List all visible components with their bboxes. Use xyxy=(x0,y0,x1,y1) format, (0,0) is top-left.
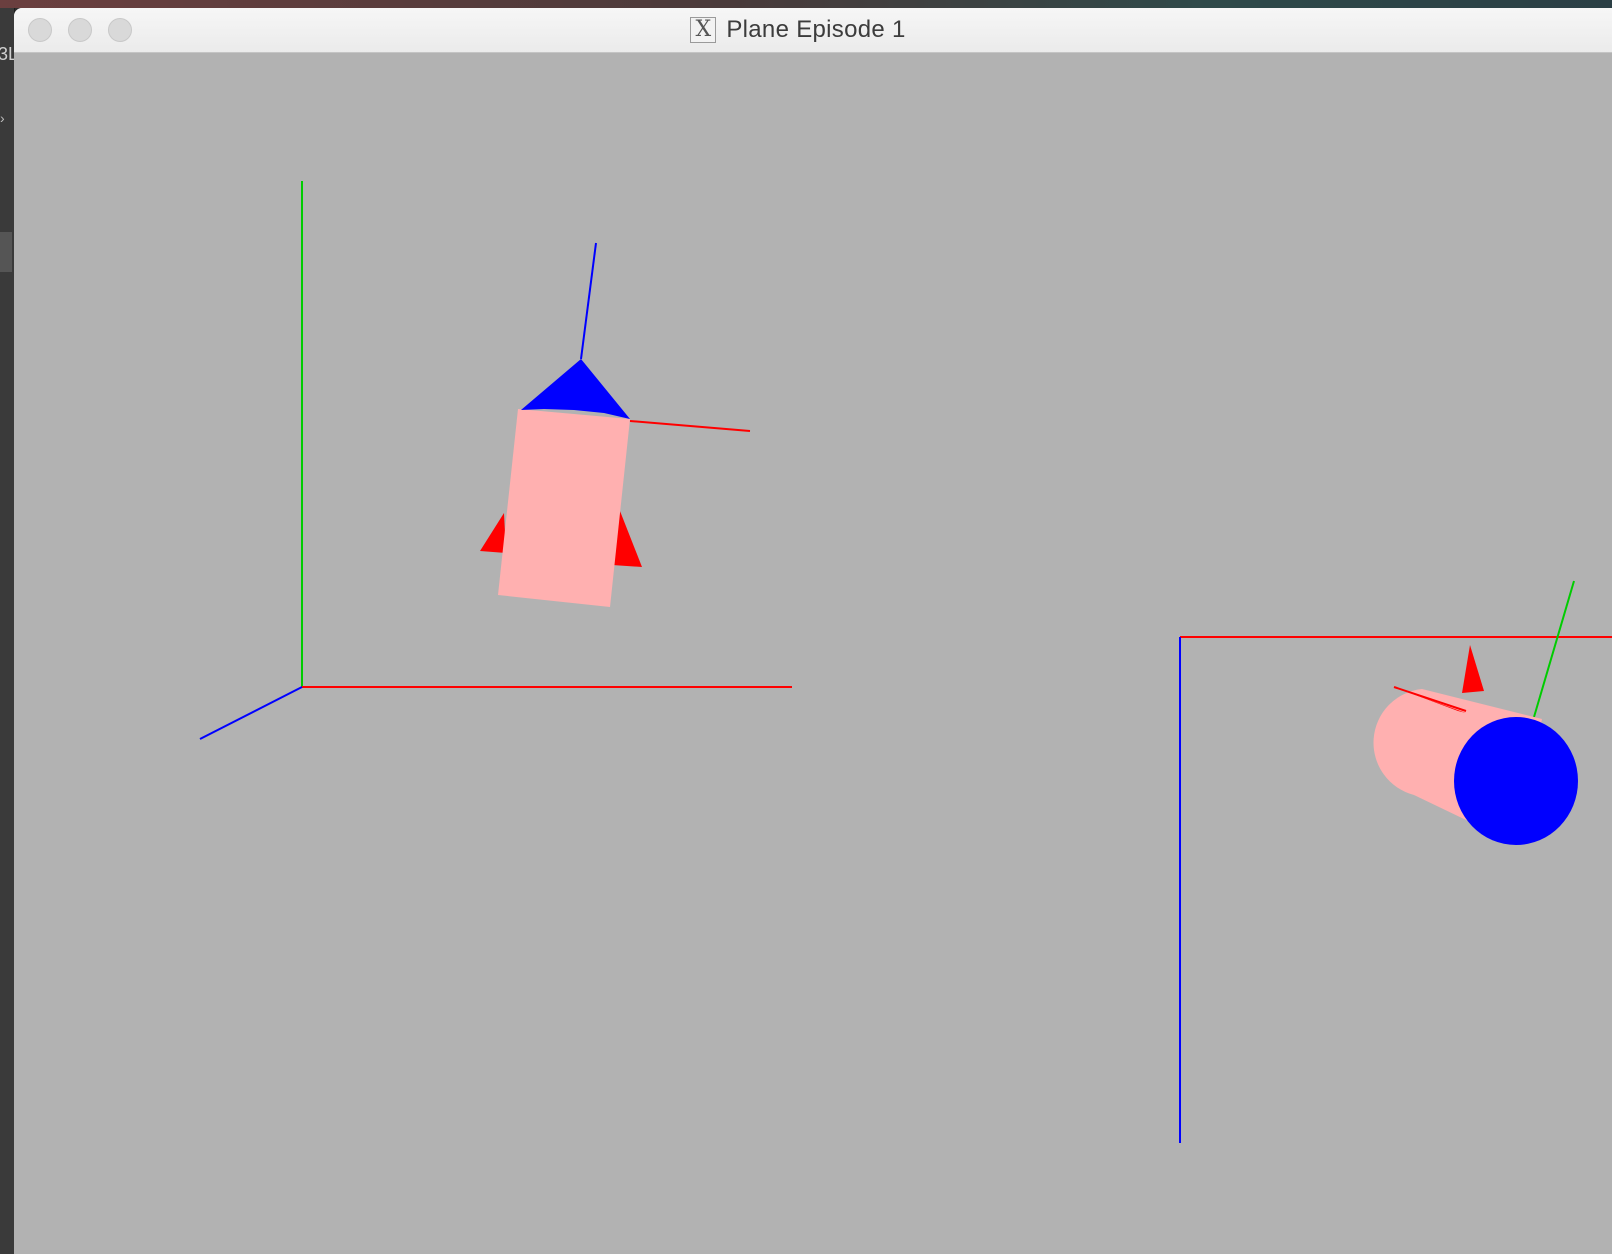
x11-icon: X xyxy=(690,17,717,43)
plane-episode-window: X Plane Episode 1 xyxy=(14,8,1612,1254)
chevron-right-icon: › xyxy=(0,110,5,126)
viewport-background xyxy=(14,53,1612,1254)
desktop-background xyxy=(0,0,1612,8)
background-window-edge: 3L › xyxy=(0,8,18,1254)
scene-canvas[interactable] xyxy=(14,53,1612,1254)
window-title-group: X Plane Episode 1 xyxy=(14,8,1612,52)
background-window-block xyxy=(0,232,12,272)
rocket-body xyxy=(498,409,630,607)
window-title: Plane Episode 1 xyxy=(726,16,906,43)
second-rocket-nose-cone xyxy=(1454,717,1578,845)
window-titlebar[interactable]: X Plane Episode 1 xyxy=(14,8,1612,53)
3d-viewport[interactable] xyxy=(14,53,1612,1254)
